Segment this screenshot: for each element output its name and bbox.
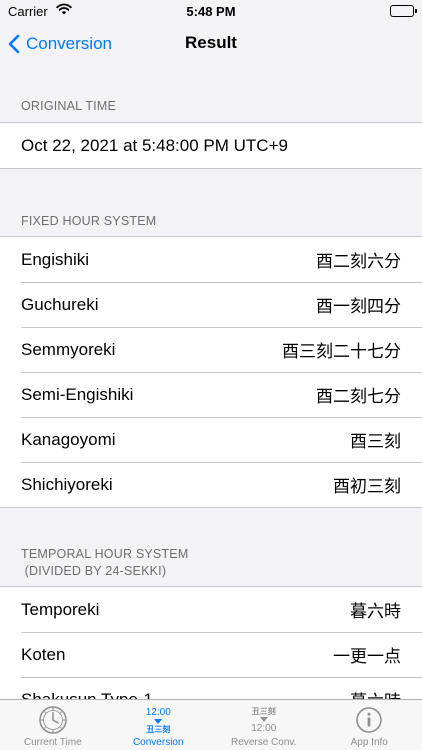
section-header-line2: (DIVIDED BY 24-SEKKI) <box>21 564 167 578</box>
row-label: Shakusun Type-1 <box>21 689 153 700</box>
temporal-hour-group: Temporeki 暮六時 Koten 一更一点 Shakusun Type-1… <box>0 586 422 699</box>
section-header-fixed-hour: FIXED HOUR SYSTEM <box>21 214 157 228</box>
result-list[interactable]: ORIGINAL TIME Oct 22, 2021 at 5:48:00 PM… <box>0 64 422 699</box>
tab-reverse-conversion[interactable]: 丑三刻 12:00 Reverse Conv. <box>211 700 317 750</box>
tab-bar: Current Time 12:00 丑三刻 Conversion 丑三刻 12… <box>0 699 422 750</box>
tab-current-time[interactable]: Current Time <box>0 700 106 750</box>
tab-label: Reverse Conv. <box>231 737 297 748</box>
list-item: Semi-Engishiki 酉二刻七分 <box>0 372 422 417</box>
original-time-group: Oct 22, 2021 at 5:48:00 PM UTC+9 <box>0 122 422 169</box>
row-value: 暮六時 <box>350 687 401 699</box>
row-label: Koten <box>21 644 66 664</box>
reverse-conversion-icon: 丑三刻 12:00 <box>251 704 276 736</box>
fixed-hour-group: Engishiki 酉二刻六分 Guchureki 酉一刻四分 Semmyore… <box>0 236 422 508</box>
row-label: Kanagoyomi <box>21 429 116 449</box>
original-time-value: Oct 22, 2021 at 5:48:00 PM UTC+9 <box>21 135 288 155</box>
tab-conversion[interactable]: 12:00 丑三刻 Conversion <box>106 700 212 750</box>
row-value: 酉一刻四分 <box>316 297 401 316</box>
row-value: 暮六時 <box>350 602 401 621</box>
section-header-original-time: ORIGINAL TIME <box>21 99 116 113</box>
tab-label: App Info <box>350 737 388 748</box>
row-label: Semmyoreki <box>21 339 116 359</box>
row-label: Shichiyoreki <box>21 474 113 494</box>
status-bar: Carrier 5:48 PM <box>0 0 422 24</box>
row-label: Temporeki <box>21 599 100 619</box>
list-item: Semmyoreki 酉三刻二十七分 <box>0 327 422 372</box>
list-item: Kanagoyomi 酉三刻 <box>0 417 422 462</box>
status-time: 5:48 PM <box>186 4 236 19</box>
row-label: Engishiki <box>21 249 90 269</box>
reverse-icon-bottom: 12:00 <box>251 722 277 734</box>
tab-app-info[interactable]: App Info <box>317 700 422 750</box>
original-time-row: Oct 22, 2021 at 5:48:00 PM UTC+9 <box>0 123 422 168</box>
section-header-line1: TEMPORAL HOUR SYSTEM <box>21 547 189 561</box>
row-value: 酉三刻二十七分 <box>282 342 401 361</box>
row-label: Guchureki <box>21 294 99 314</box>
page-title: Result <box>185 33 237 52</box>
list-item: Guchureki 酉一刻四分 <box>0 282 422 327</box>
row-value: 酉初三刻 <box>333 477 401 496</box>
list-item: Temporeki 暮六時 <box>0 587 422 632</box>
clock-icon <box>39 706 67 734</box>
tab-label: Current Time <box>23 737 82 748</box>
conversion-icon: 12:00 丑三刻 <box>146 704 171 736</box>
list-item: Shichiyoreki 酉初三刻 <box>0 462 422 507</box>
conversion-icon-top: 12:00 <box>145 706 171 718</box>
row-value: 酉二刻六分 <box>316 252 401 271</box>
list-item: Shakusun Type-1 暮六時 <box>0 677 422 699</box>
list-item: Engishiki 酉二刻六分 <box>0 237 422 282</box>
conversion-icon-bottom: 丑三刻 <box>146 724 171 734</box>
row-value: 酉二刻七分 <box>316 387 401 406</box>
info-icon <box>356 707 383 733</box>
row-label: Semi-Engishiki <box>21 384 134 404</box>
row-value: 一更一点 <box>333 647 401 666</box>
navigation-bar: Conversion Result <box>0 24 422 64</box>
reverse-icon-top: 丑三刻 <box>251 706 276 716</box>
list-item: Koten 一更一点 <box>0 632 422 677</box>
row-value: 酉三刻 <box>350 432 401 451</box>
battery-icon <box>390 5 417 17</box>
tab-label: Conversion <box>132 737 184 748</box>
section-header-temporal-hour: TEMPORAL HOUR SYSTEM (DIVIDED BY 24-SEKK… <box>0 546 422 580</box>
